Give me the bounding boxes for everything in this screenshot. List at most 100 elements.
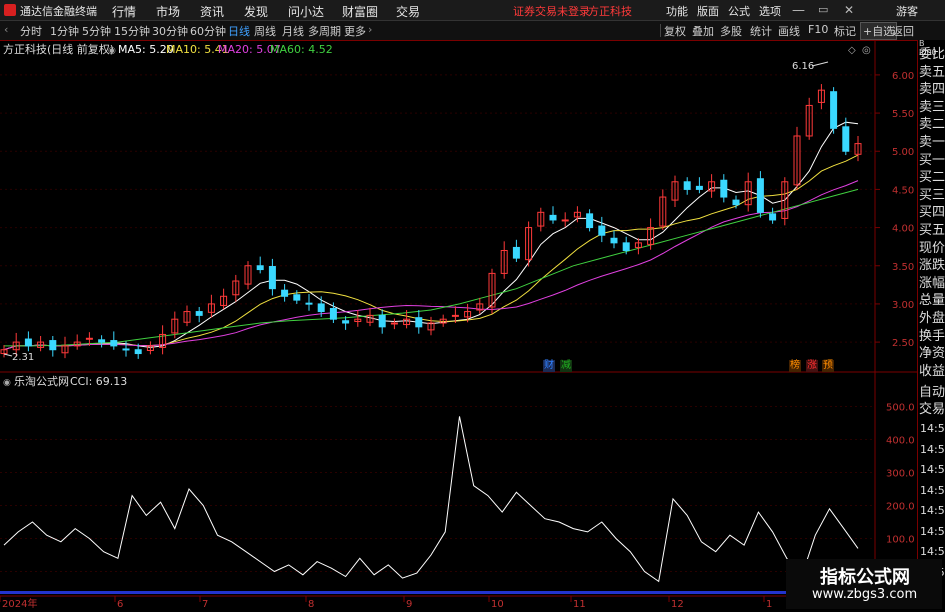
candle-body[interactable] — [281, 289, 289, 297]
menu-trade[interactable]: 交易 — [396, 3, 420, 20]
overlay-button[interactable]: 叠加 — [692, 23, 714, 39]
side-item-3[interactable]: 卖三 — [919, 100, 945, 115]
side-item-16[interactable]: 换手 — [919, 329, 945, 344]
candle-body[interactable] — [305, 302, 313, 305]
adjust-button[interactable]: 复权 — [664, 23, 686, 39]
tab-15min[interactable]: 15分钟 — [114, 23, 150, 39]
tab-intraday[interactable]: 分时 — [20, 23, 42, 39]
back-button[interactable]: 返回 — [892, 23, 914, 39]
candle-body[interactable] — [598, 225, 606, 236]
auto-trade-label-0[interactable]: 自动 — [919, 386, 945, 400]
candle-body[interactable] — [732, 199, 740, 206]
side-item-1[interactable]: 卖五 — [919, 65, 945, 80]
candle-body[interactable] — [24, 338, 32, 347]
statistics-button[interactable]: 统计 — [750, 23, 772, 39]
candle-body[interactable] — [110, 340, 118, 347]
mark-button[interactable]: 标记 — [834, 23, 856, 39]
restore-icon[interactable]: ▭ — [818, 3, 828, 16]
user-label[interactable]: 游客 — [896, 3, 918, 19]
event-badge-rise[interactable]: 涨 — [806, 360, 818, 372]
candle-body[interactable] — [769, 213, 777, 221]
menu-ask[interactable]: 问小达 — [288, 3, 324, 20]
candle-body[interactable] — [85, 337, 93, 340]
broker-name[interactable]: 方正科技 — [588, 3, 632, 19]
side-item-6[interactable]: 买一 — [919, 153, 945, 168]
candle-body[interactable] — [756, 178, 764, 213]
candle-body[interactable] — [256, 265, 264, 271]
candle-body[interactable] — [268, 266, 276, 290]
multi-stock-button[interactable]: 多股 — [720, 23, 742, 39]
candle-body[interactable] — [695, 185, 703, 190]
side-item-0[interactable]: 委比 — [919, 48, 945, 62]
side-item-14[interactable]: 总量 — [919, 294, 945, 308]
side-item-10[interactable]: 买五 — [919, 224, 945, 238]
menu-formula[interactable]: 公式 — [728, 3, 750, 19]
side-item-7[interactable]: 买二 — [919, 171, 945, 185]
diamond-icon[interactable]: ◇ — [848, 45, 856, 56]
candle-body[interactable] — [512, 246, 520, 259]
tab-30min[interactable]: 30分钟 — [152, 23, 188, 39]
side-item-11[interactable]: 现价 — [919, 241, 945, 256]
candle-body[interactable] — [415, 317, 423, 328]
candle-body[interactable] — [451, 314, 459, 317]
candle-body[interactable] — [830, 91, 838, 129]
candle-body[interactable] — [622, 242, 630, 251]
side-item-8[interactable]: 买三 — [919, 188, 945, 203]
side-item-5[interactable]: 卖一 — [919, 136, 945, 150]
login-notice[interactable]: 证券交易未登录 — [513, 3, 590, 19]
candle-body[interactable] — [561, 219, 569, 222]
time-scrollbar[interactable] — [0, 591, 875, 594]
tab-1min[interactable]: 1分钟 — [50, 23, 79, 39]
event-badge-reduce[interactable]: 减 — [560, 360, 572, 372]
side-item-13[interactable]: 涨幅 — [919, 276, 945, 291]
tab-monthly[interactable]: 月线 — [282, 23, 304, 39]
chevron-right-icon[interactable]: › — [368, 23, 372, 36]
side-item-18[interactable]: 收益 — [919, 364, 945, 379]
menu-news[interactable]: 资讯 — [200, 3, 224, 20]
candle-body[interactable] — [378, 314, 386, 328]
candle-body[interactable] — [98, 339, 106, 343]
candle-body[interactable] — [317, 303, 325, 313]
tab-weekly[interactable]: 周线 — [254, 23, 276, 39]
candle-body[interactable] — [390, 322, 398, 325]
candlesticks[interactable] — [0, 84, 862, 359]
draw-line-button[interactable]: 画线 — [778, 23, 800, 39]
candle-body[interactable] — [122, 348, 130, 351]
event-badge-forecast[interactable]: 预 — [822, 360, 834, 372]
menu-wealth[interactable]: 财富圈 — [342, 3, 378, 20]
menu-options[interactable]: 选项 — [759, 3, 781, 19]
chevron-left-icon[interactable]: ‹ — [4, 23, 8, 36]
side-item-9[interactable]: 买四 — [919, 206, 945, 220]
tab-daily[interactable]: 日线 — [228, 23, 250, 39]
tab-60min[interactable]: 60分钟 — [190, 23, 226, 39]
candle-body[interactable] — [134, 349, 142, 355]
menu-function[interactable]: 功能 — [666, 3, 688, 19]
settings-circle-icon[interactable]: ◎ — [862, 45, 871, 56]
tab-more[interactable]: 更多 — [344, 23, 366, 39]
event-badge-list[interactable]: 榜 — [789, 360, 801, 372]
candle-body[interactable] — [293, 294, 301, 301]
menu-discover[interactable]: 发现 — [244, 3, 268, 20]
candle-body[interactable] — [195, 311, 203, 316]
ma-toggle-icon[interactable]: ◉ — [108, 46, 116, 56]
event-badge-finance[interactable]: 财 — [543, 360, 555, 372]
menu-quotes[interactable]: 行情 — [112, 3, 136, 20]
chart-area[interactable]: 方正科技(日线 前复权) ◉ MA5: 5.20 MA10: 5.41 MA20… — [0, 40, 945, 610]
candle-body[interactable] — [549, 214, 557, 221]
menu-market[interactable]: 市场 — [156, 3, 180, 20]
side-item-4[interactable]: 卖二 — [919, 118, 945, 132]
candle-body[interactable] — [49, 340, 57, 351]
menu-layout[interactable]: 版面 — [697, 3, 719, 19]
minimize-icon[interactable]: — — [792, 3, 805, 18]
side-item-17[interactable]: 净资 — [919, 347, 945, 361]
candle-body[interactable] — [342, 320, 350, 324]
auto-trade-label-1[interactable]: 交易 — [919, 403, 945, 417]
tab-5min[interactable]: 5分钟 — [82, 23, 111, 39]
kline-chart[interactable]: 方正科技(日线 前复权) ◉ MA5: 5.20 MA10: 5.41 MA20… — [0, 40, 945, 610]
indicator-toggle-icon[interactable]: ◉ — [3, 378, 11, 388]
tab-multi-period[interactable]: 多周期 — [308, 23, 341, 39]
side-item-15[interactable]: 外盘 — [919, 312, 945, 326]
side-item-12[interactable]: 涨跌 — [919, 259, 945, 273]
candle-body[interactable] — [683, 181, 691, 190]
close-icon[interactable]: ✕ — [844, 3, 854, 17]
